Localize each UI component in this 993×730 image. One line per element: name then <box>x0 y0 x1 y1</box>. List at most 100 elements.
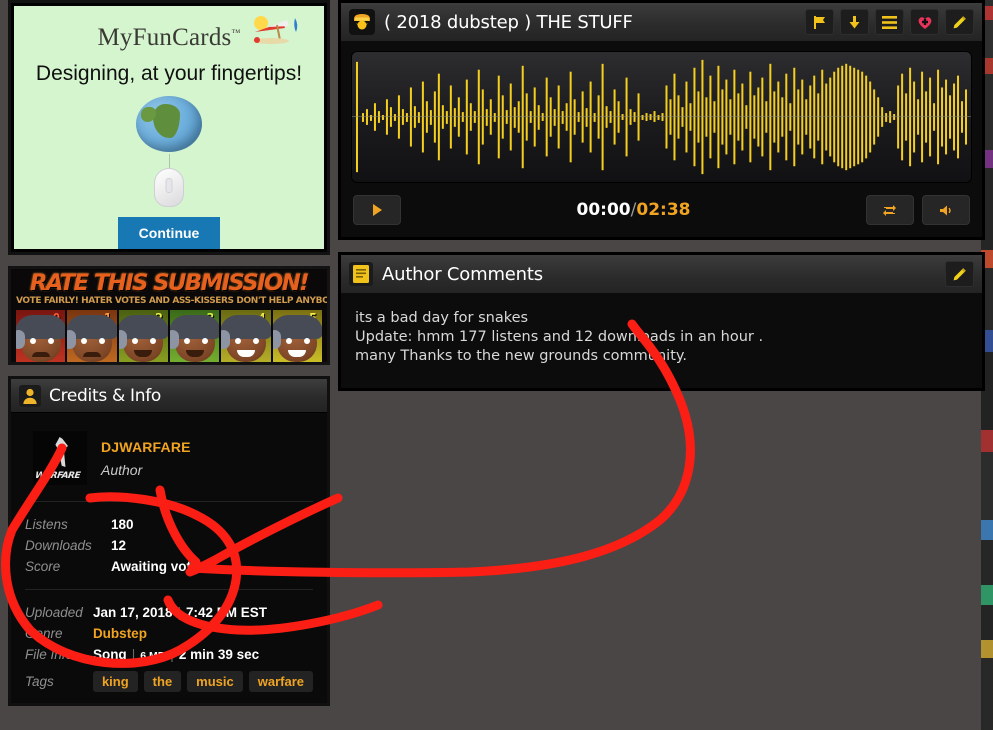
tag-chip[interactable]: king <box>92 671 138 692</box>
detail-value-uploaded: Jan 17, 2018 | 7:42 PM EST <box>93 602 313 623</box>
ad-brand-text: MyFunCards <box>97 24 232 51</box>
author-role-label: Author <box>101 461 143 478</box>
author-name-link[interactable]: DJWARFARE <box>101 439 191 455</box>
avatar-watermark: WARFARE <box>34 471 81 481</box>
stat-key: Listens <box>25 517 68 532</box>
mouse-cable <box>168 153 170 169</box>
detail-value-genre[interactable]: Dubstep <box>93 623 313 644</box>
edit-pencil-icon[interactable] <box>945 9 974 35</box>
comments-header: Author Comments <box>341 255 982 293</box>
rate-face-3[interactable]: 3 <box>169 310 220 362</box>
stat-key: Downloads <box>25 538 92 553</box>
comment-line: many Thanks to the new grounds community… <box>355 348 687 364</box>
ad-tagline: Designing, at your fingertips! <box>35 62 303 85</box>
player-header: ( 2018 dubstep ) THE STUFF <box>341 3 982 41</box>
favorite-heart-icon[interactable] <box>910 9 939 35</box>
file-duration: 2 min 39 sec <box>178 647 260 662</box>
player-right-controls <box>865 195 970 225</box>
rate-submission-widget[interactable]: RATE THIS SUBMISSION! VOTE FAIRLY! HATER… <box>8 266 330 365</box>
player-controls: 00:00/02:38 <box>351 195 972 227</box>
detail-key-fileinfo: File Info <box>25 647 74 662</box>
face-head <box>272 315 322 362</box>
author-comments-panel: Author Comments its a bad day for snakes… <box>338 252 985 391</box>
advertisement-banner[interactable]: MyFunCards™ Designing, at your fingertip… <box>8 0 330 255</box>
rate-face-1[interactable]: 1 <box>67 310 117 362</box>
value-separator: | <box>177 605 182 620</box>
ad-continue-button[interactable]: Continue <box>117 217 221 249</box>
upload-time: 7:42 PM EST <box>186 605 268 620</box>
detail-key-uploaded: Uploaded <box>25 605 83 620</box>
comments-actions <box>945 261 974 287</box>
main-content: ( 2018 dubstep ) THE STUFF 00:00/02:38 A… <box>338 0 985 391</box>
audio-song-icon <box>349 9 375 35</box>
file-size: 6 MB <box>140 650 166 662</box>
ad-brand-logo: MyFunCards™ <box>97 16 297 52</box>
current-time: 00:00 <box>576 200 631 220</box>
face-head <box>221 315 271 362</box>
globe-icon <box>136 96 202 152</box>
comment-line: Update: hmm 177 listens and 12 downloads… <box>355 329 764 345</box>
value-separator: | <box>170 647 174 662</box>
song-title: ( 2018 dubstep ) THE STUFF <box>384 11 633 33</box>
playback-time: 00:00/02:38 <box>577 200 691 220</box>
face-head <box>16 315 66 362</box>
avatar-figure <box>54 437 68 467</box>
upload-date: Jan 17, 2018 <box>92 605 173 620</box>
details-table: Uploaded Jan 17, 2018 | 7:42 PM EST Genre … <box>25 602 313 695</box>
rate-subtitle: VOTE FAIRLY! HATER VOTES AND ASS-KISSERS… <box>16 296 330 306</box>
tag-chip[interactable]: the <box>143 671 182 692</box>
rate-face-4[interactable]: 4 <box>221 310 271 362</box>
flag-icon[interactable] <box>805 9 834 35</box>
value-separator: | <box>131 647 136 662</box>
author-info: DJWARFARE Author <box>101 439 191 478</box>
left-sidebar: MyFunCards™ Designing, at your fingertip… <box>8 0 330 706</box>
table-row: Genre Dubstep <box>25 623 313 644</box>
detail-key-tags: Tags <box>25 674 54 689</box>
stat-value-listens: 180 <box>111 517 134 532</box>
tag-list: king the music warfare <box>92 665 313 695</box>
rate-face-row: 0 1 2 3 4 <box>16 310 322 362</box>
credits-body: WARFARE DJWARFARE Author Listens 180 Dow… <box>11 413 327 703</box>
credits-panel-header: Credits & Info <box>11 379 327 413</box>
page-root: MyFunCards™ Designing, at your fingertip… <box>0 0 993 730</box>
edit-pencil-icon[interactable] <box>945 261 974 287</box>
stat-key: Score <box>25 559 61 574</box>
computer-mouse-icon <box>154 167 184 207</box>
ad-content: MyFunCards™ Designing, at your fingertip… <box>14 6 324 249</box>
loop-button[interactable] <box>865 195 914 225</box>
stat-value-downloads: 12 <box>111 538 127 553</box>
comments-body: its a bad day for snakes Update: hmm 177… <box>341 293 982 388</box>
table-row: File Info Song | 6 MB | 2 min 39 sec <box>25 644 313 665</box>
player-body: 00:00/02:38 <box>341 41 982 237</box>
beach-umbrella-icon <box>252 16 297 44</box>
stats-table: Listens 180 Downloads 12 Score Awaiting … <box>25 514 313 577</box>
face-head <box>118 315 168 362</box>
credits-panel-title: Credits & Info <box>49 385 162 406</box>
rate-face-2[interactable]: 2 <box>118 310 168 362</box>
tag-chip[interactable]: warfare <box>248 671 313 692</box>
comment-line: its a bad day for snakes <box>355 310 529 326</box>
rate-face-0[interactable]: 0 <box>16 310 66 362</box>
credits-info-panel: Credits & Info WARFARE DJWARFARE Author <box>8 376 330 706</box>
rate-face-5[interactable]: 5 <box>272 310 322 362</box>
waveform-centerline <box>352 116 971 117</box>
file-type: Song <box>92 647 127 662</box>
tags-container: king the music warfare <box>92 668 313 692</box>
detail-value-fileinfo: Song | 6 MB | 2 min 39 sec <box>93 644 313 665</box>
playlist-menu-icon[interactable] <box>875 9 904 35</box>
author-row[interactable]: WARFARE DJWARFARE Author <box>25 425 313 499</box>
stat-value-score: Awaiting votes <box>111 559 207 574</box>
tag-chip[interactable]: music <box>187 671 243 692</box>
credits-divider-2 <box>25 589 313 590</box>
player-action-buttons <box>805 9 974 35</box>
table-row: Downloads 12 <box>25 535 313 556</box>
download-icon[interactable] <box>840 9 869 35</box>
author-avatar[interactable]: WARFARE <box>33 431 87 485</box>
person-icon <box>19 384 41 407</box>
audio-waveform[interactable] <box>351 51 972 183</box>
waveform-graphic <box>352 59 971 175</box>
table-row: Tags king the music warfare <box>25 665 313 695</box>
play-button[interactable] <box>353 195 401 225</box>
document-icon <box>349 262 373 286</box>
volume-button[interactable] <box>921 195 970 225</box>
